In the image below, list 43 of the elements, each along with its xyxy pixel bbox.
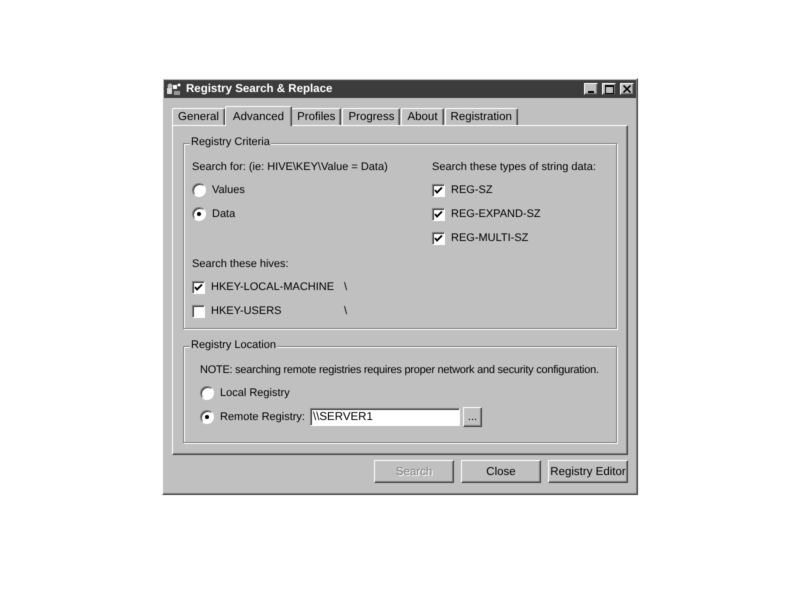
- minimize-button[interactable]: [584, 83, 598, 95]
- option-label[interactable]: REG-MULTI-SZ: [451, 232, 528, 244]
- path-separator: \: [344, 305, 348, 317]
- checkbox[interactable]: [192, 304, 205, 318]
- checkbox[interactable]: [432, 232, 445, 244]
- tab[interactable]: About: [401, 108, 444, 125]
- section-label: Search these hives:: [192, 257, 290, 272]
- checkbox[interactable]: [192, 280, 205, 294]
- option-label[interactable]: HKEY-USERS: [211, 305, 282, 317]
- close-button[interactable]: [620, 83, 634, 95]
- option-label[interactable]: REG-SZ: [451, 184, 493, 196]
- option-label[interactable]: Data: [212, 208, 236, 220]
- dialog-button[interactable]: Registry Editor: [548, 460, 628, 483]
- tab[interactable]: Registration: [444, 108, 518, 125]
- group-title: Registry Criteria: [190, 136, 271, 148]
- checkbox[interactable]: [432, 184, 445, 196]
- app-icon: [166, 82, 182, 96]
- option-label[interactable]: REG-EXPAND-SZ: [451, 208, 541, 220]
- tab[interactable]: General: [172, 108, 225, 125]
- radio-button[interactable]: [192, 207, 206, 221]
- maximize-button[interactable]: [602, 83, 616, 95]
- checkbox[interactable]: [432, 208, 445, 220]
- window-title: Registry Search & Replace: [186, 83, 334, 95]
- section-label: Search these types of string data:: [432, 160, 597, 175]
- tab[interactable]: Progress: [342, 108, 400, 125]
- browse-button[interactable]: ...: [463, 407, 482, 427]
- option-label[interactable]: Local Registry: [220, 387, 290, 399]
- radio-button[interactable]: [200, 386, 214, 400]
- option-label[interactable]: Values: [212, 184, 245, 196]
- group-title: Registry Location: [190, 339, 277, 351]
- radio-button[interactable]: [192, 183, 206, 197]
- note-text: NOTE: searching remote registries requires proper network and security configuration.: [200, 363, 600, 378]
- input-field[interactable]: \\SERVER1: [310, 408, 460, 426]
- tab[interactable]: Advanced: [224, 106, 292, 126]
- tab[interactable]: Profiles: [291, 108, 342, 125]
- dialog-button[interactable]: Close: [461, 460, 541, 483]
- path-separator: \: [344, 281, 348, 293]
- section-label: Search for: (ie: HIVE\KEY\Value = Data): [192, 160, 389, 175]
- close-icon: [623, 85, 631, 93]
- option-label[interactable]: Remote Registry:: [220, 411, 305, 423]
- radio-button[interactable]: [200, 410, 214, 424]
- maximize-icon: [604, 84, 614, 94]
- option-label[interactable]: HKEY-LOCAL-MACHINE: [211, 281, 334, 293]
